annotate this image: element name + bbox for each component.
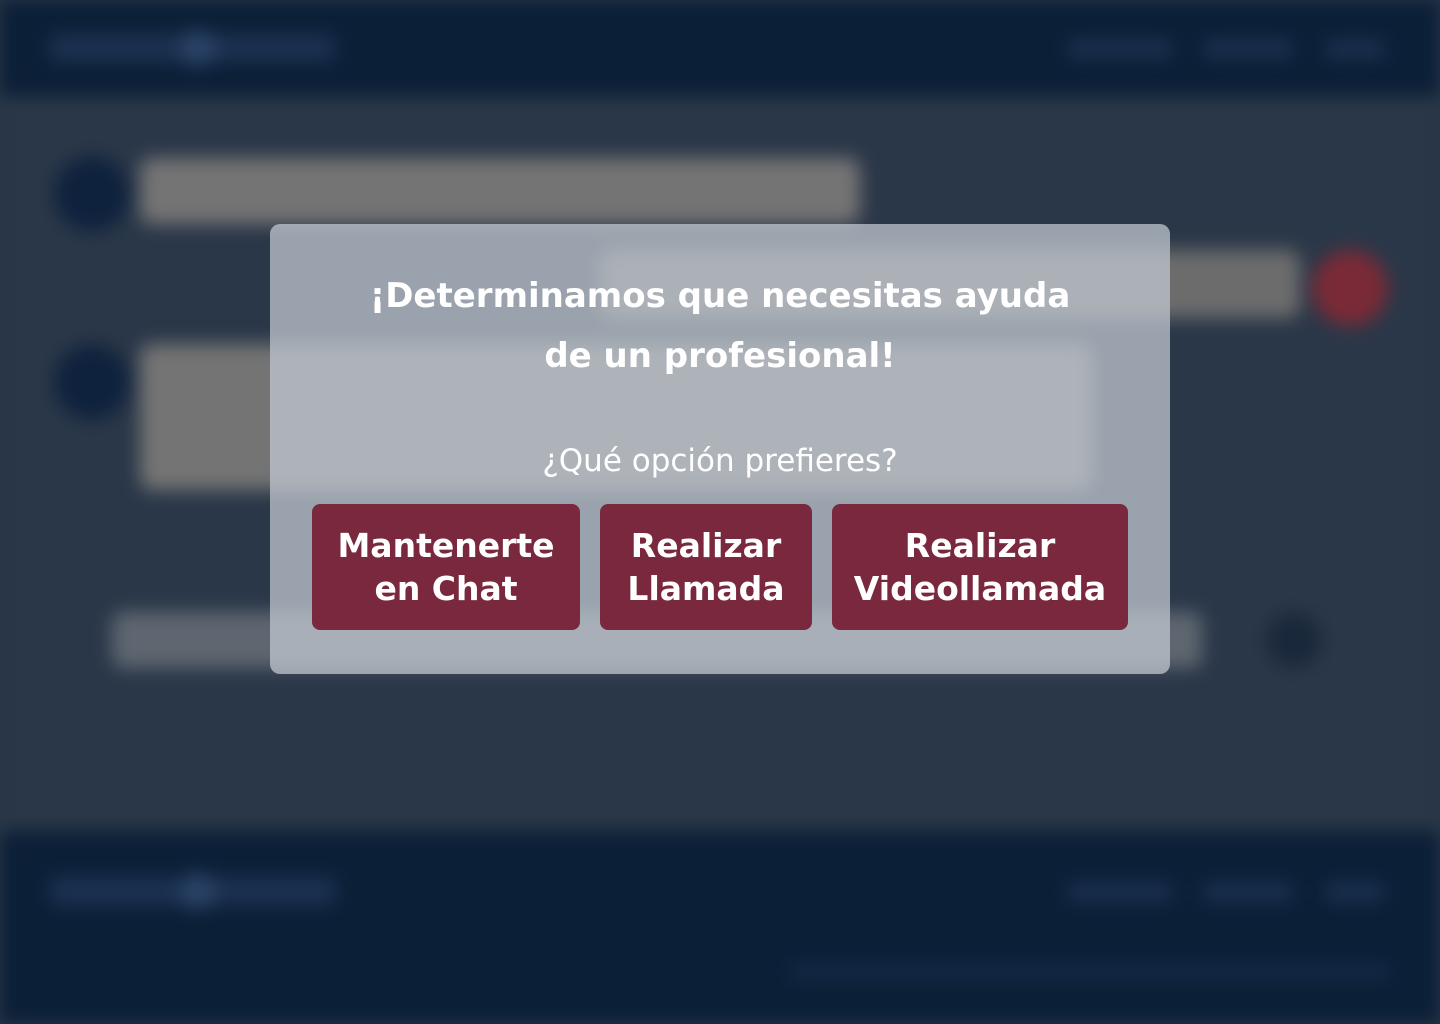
logo-mark-icon	[180, 30, 216, 66]
footer-link[interactable]	[1068, 883, 1172, 901]
user-avatar	[1312, 250, 1388, 326]
button-label-line1: Mantenerte	[337, 526, 555, 565]
nav-item[interactable]	[1068, 40, 1172, 58]
button-label-line2: Llamada	[627, 569, 785, 608]
footer-link[interactable]	[1326, 883, 1384, 901]
send-icon[interactable]	[1266, 612, 1322, 668]
button-label-line2: Videollamada	[853, 569, 1107, 608]
app-header	[0, 0, 1440, 96]
nav-item[interactable]	[1326, 40, 1384, 58]
footer-link[interactable]	[1204, 883, 1292, 901]
modal-title-line2: de un profesional!	[544, 336, 896, 376]
button-label-line1: Realizar	[904, 526, 1056, 565]
chat-message-bubble	[140, 158, 860, 224]
bot-avatar	[54, 344, 130, 420]
button-label-line2: en Chat	[374, 569, 518, 608]
logo-mark-icon	[180, 873, 216, 909]
stay-in-chat-button[interactable]: Mantenerte en Chat	[312, 504, 580, 630]
professional-help-modal: ¡Determinamos que necesitas ayuda de un …	[270, 224, 1170, 674]
bot-avatar	[54, 156, 130, 232]
footer-legal-text	[790, 965, 1390, 979]
modal-title-line1: ¡Determinamos que necesitas ayuda	[369, 276, 1071, 316]
nav-item[interactable]	[1204, 40, 1292, 58]
make-call-button[interactable]: Realizar Llamada	[600, 504, 812, 630]
make-video-call-button[interactable]: Realizar Videollamada	[832, 504, 1128, 630]
button-label-line1: Realizar	[630, 526, 782, 565]
app-footer	[0, 831, 1440, 1024]
modal-question: ¿Qué opción prefieres?	[542, 443, 898, 479]
modal-title: ¡Determinamos que necesitas ayuda de un …	[270, 266, 1170, 386]
